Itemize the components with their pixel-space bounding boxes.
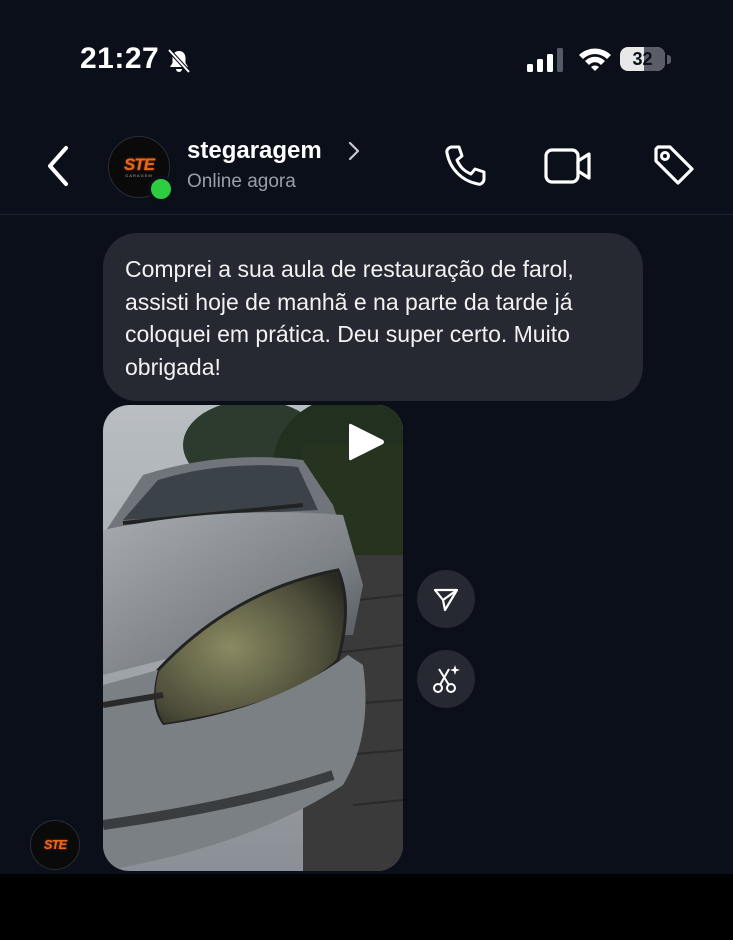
- share-button[interactable]: [417, 570, 475, 628]
- message-text: Comprei a sua aula de restauração de far…: [125, 256, 574, 380]
- online-indicator: [148, 176, 174, 202]
- ai-sparkle-icon: [433, 665, 460, 693]
- back-chevron-icon[interactable]: [40, 144, 76, 188]
- bell-slash-icon: [167, 48, 191, 74]
- tag-icon[interactable]: [650, 141, 698, 189]
- presence-status: Online agora: [187, 171, 296, 192]
- wifi-icon: [579, 48, 611, 71]
- profile-avatar[interactable]: STE GARAGEM: [108, 136, 174, 202]
- video-camera-icon[interactable]: [543, 145, 593, 187]
- chat-username[interactable]: stegaragem: [187, 137, 322, 165]
- ai-edit-button[interactable]: [417, 650, 475, 708]
- avatar-logo: STE: [123, 154, 155, 174]
- video-message[interactable]: [103, 405, 403, 871]
- bottom-bar: [0, 874, 733, 940]
- phone-icon[interactable]: [442, 143, 488, 189]
- sender-avatar-logo: STE: [43, 837, 67, 852]
- header-divider: [0, 214, 733, 215]
- avatar-logo-sub: GARAGEM: [125, 172, 153, 178]
- share-icon: [433, 588, 459, 612]
- chevron-right-icon[interactable]: [346, 140, 362, 162]
- signal-icon: [527, 48, 563, 72]
- message-bubble[interactable]: Comprei a sua aula de restauração de far…: [103, 233, 643, 401]
- play-icon[interactable]: [345, 420, 387, 464]
- video-thumbnail: [103, 405, 403, 871]
- battery-icon: 32: [620, 47, 672, 73]
- battery-level: 32: [632, 49, 653, 69]
- sender-avatar[interactable]: STE: [30, 820, 80, 870]
- status-time: 21:27: [80, 42, 160, 75]
